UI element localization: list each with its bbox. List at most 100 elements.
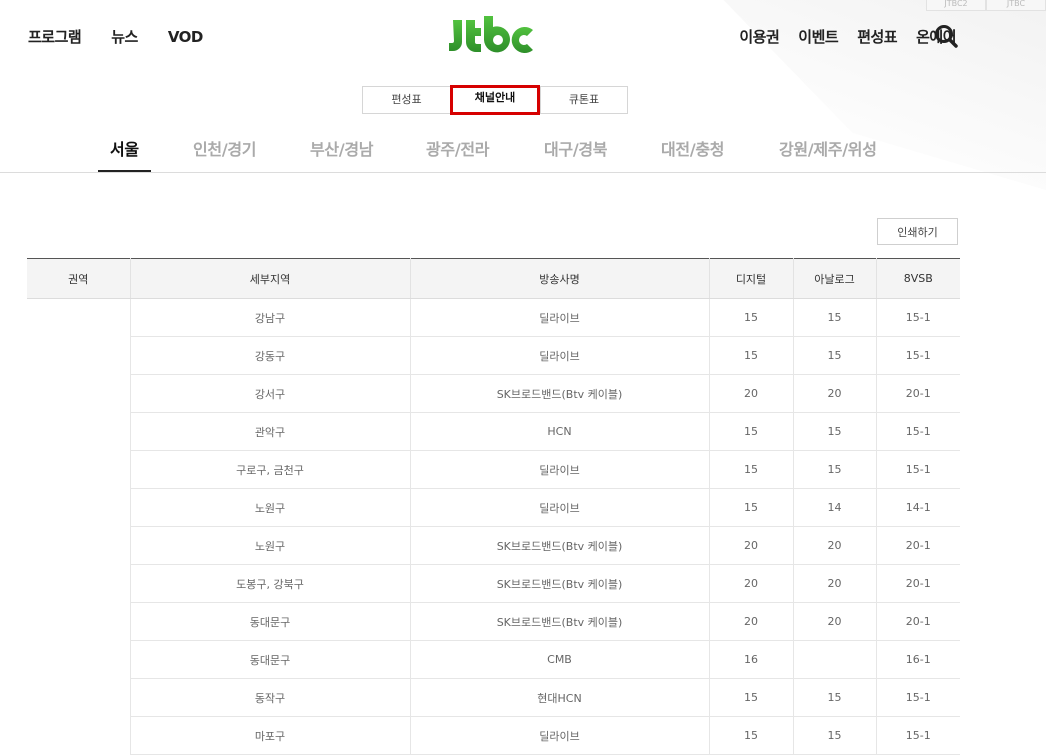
nav-vod[interactable]: VOD xyxy=(168,27,204,47)
cell-broadcaster: 딜라이브 xyxy=(409,298,709,337)
cell-8vsb: 16-1 xyxy=(875,640,960,679)
cell-8vsb: 20-1 xyxy=(875,564,960,603)
cell-subregion: 강남구 xyxy=(129,298,410,337)
cell-subregion: 노원구 xyxy=(129,488,410,527)
cell-analog: 20 xyxy=(792,526,876,565)
channel-corner-tabs: JTBC2 JTBC xyxy=(926,0,1046,11)
cell-subregion: 관악구 xyxy=(129,412,410,451)
table-row: 관악구 HCN 15 15 15-1 xyxy=(27,412,960,451)
cell-8vsb: 14-1 xyxy=(875,488,960,527)
header-broadcaster: 방송사명 xyxy=(409,258,709,299)
cell-broadcaster: SK브로드밴드(Btv 케이블) xyxy=(409,602,709,641)
cell-digital: 15 xyxy=(708,450,793,489)
region-tab-seoul[interactable]: 서울 xyxy=(98,136,151,172)
cell-broadcaster: SK브로드밴드(Btv 케이블) xyxy=(409,374,709,413)
cell-analog: 20 xyxy=(792,564,876,603)
cell-8vsb: 15-1 xyxy=(875,412,960,451)
table-row: 동작구 현대HCN 15 15 15-1 xyxy=(27,678,960,717)
tab-schedule[interactable]: 편성표 xyxy=(363,87,450,113)
cell-broadcaster: SK브로드밴드(Btv 케이블) xyxy=(409,526,709,565)
region-cell xyxy=(27,299,130,755)
cell-subregion: 도봉구, 강북구 xyxy=(129,564,410,603)
cell-subregion: 동작구 xyxy=(129,678,410,717)
search-icon[interactable] xyxy=(934,24,958,48)
cell-subregion: 동대문구 xyxy=(129,640,410,679)
cell-digital: 15 xyxy=(708,336,793,375)
tab-channel-guide[interactable]: 채널안내 xyxy=(450,85,540,115)
region-tab-gwangju[interactable]: 광주/전라 xyxy=(426,136,490,168)
nav-programs[interactable]: 프로그램 xyxy=(28,27,82,47)
cell-analog: 15 xyxy=(792,450,876,489)
cell-analog: 20 xyxy=(792,602,876,641)
cell-subregion: 강동구 xyxy=(129,336,410,375)
cell-broadcaster: HCN xyxy=(409,412,709,451)
table-row: 도봉구, 강북구 SK브로드밴드(Btv 케이블) 20 20 20-1 xyxy=(27,564,960,603)
cell-8vsb: 20-1 xyxy=(875,602,960,641)
cell-broadcaster: 딜라이브 xyxy=(409,450,709,489)
cell-broadcaster: 딜라이브 xyxy=(409,336,709,375)
cell-subregion: 노원구 xyxy=(129,526,410,565)
cell-digital: 15 xyxy=(708,716,793,755)
cell-subregion: 구로구, 금천구 xyxy=(129,450,410,489)
cell-broadcaster: SK브로드밴드(Btv 케이블) xyxy=(409,564,709,603)
cell-digital: 20 xyxy=(708,374,793,413)
channel-table: 권역 세부지역 방송사명 디지털 아날로그 8VSB 강남구 딜라이브 15 15 15… xyxy=(27,258,960,755)
table-row: 노원구 딜라이브 15 14 14-1 xyxy=(27,488,960,527)
cell-digital: 15 xyxy=(708,678,793,717)
cell-digital: 20 xyxy=(708,526,793,565)
table-body: 강남구 딜라이브 15 15 15-1 강동구 딜라이브 15 15 15-1 강서구 SK브로드밴드… xyxy=(27,298,960,755)
region-tab-incheon[interactable]: 인천/경기 xyxy=(193,136,257,168)
region-tabs: 서울 인천/경기 부산/경남 광주/전라 대구/경북 대전/충청 강원/제주/위… xyxy=(0,132,1046,173)
nav-pass[interactable]: 이용권 xyxy=(739,27,779,47)
header-8vsb: 8VSB xyxy=(875,258,960,299)
cell-subregion: 마포구 xyxy=(129,716,410,755)
cell-analog: 15 xyxy=(792,336,876,375)
cell-broadcaster: 딜라이브 xyxy=(409,488,709,527)
cell-digital: 15 xyxy=(708,488,793,527)
cell-digital: 16 xyxy=(708,640,793,679)
nav-schedule[interactable]: 편성표 xyxy=(857,27,897,47)
table-row: 동대문구 SK브로드밴드(Btv 케이블) 20 20 20-1 xyxy=(27,602,960,641)
cell-digital: 15 xyxy=(708,298,793,337)
table-row: 동대문구 CMB 16 16-1 xyxy=(27,640,960,679)
cell-analog: 15 xyxy=(792,298,876,337)
cell-subregion: 동대문구 xyxy=(129,602,410,641)
cell-8vsb: 15-1 xyxy=(875,678,960,717)
header-subregion: 세부지역 xyxy=(129,258,410,299)
cell-analog xyxy=(792,640,876,679)
cell-analog: 20 xyxy=(792,374,876,413)
sub-tabs: 편성표 채널안내 큐톤표 xyxy=(362,85,628,115)
region-tab-busan[interactable]: 부산/경남 xyxy=(310,136,374,168)
cell-analog: 15 xyxy=(792,716,876,755)
site-header: 프로그램 뉴스 VOD 이용권 이벤트 편성표 온에어 xyxy=(0,0,1046,78)
cell-8vsb: 20-1 xyxy=(875,526,960,565)
region-tab-daejeon[interactable]: 대전/충청 xyxy=(661,136,725,168)
cell-digital: 20 xyxy=(708,602,793,641)
header-digital: 디지털 xyxy=(708,258,793,299)
cell-broadcaster: CMB xyxy=(409,640,709,679)
cell-8vsb: 20-1 xyxy=(875,374,960,413)
header-area: 권역 xyxy=(27,258,130,299)
cell-digital: 15 xyxy=(708,412,793,451)
nav-news[interactable]: 뉴스 xyxy=(111,27,138,47)
table-row: 구로구, 금천구 딜라이브 15 15 15-1 xyxy=(27,450,960,489)
corner-tab-2[interactable]: JTBC xyxy=(986,0,1046,11)
cell-8vsb: 15-1 xyxy=(875,336,960,375)
nav-event[interactable]: 이벤트 xyxy=(798,27,838,47)
left-nav: 프로그램 뉴스 VOD xyxy=(28,27,203,47)
region-tab-gangwon[interactable]: 강원/제주/위성 xyxy=(779,136,877,168)
cell-analog: 15 xyxy=(792,678,876,717)
header-analog: 아날로그 xyxy=(792,258,876,299)
table-row: 강서구 SK브로드밴드(Btv 케이블) 20 20 20-1 xyxy=(27,374,960,413)
table-row: 노원구 SK브로드밴드(Btv 케이블) 20 20 20-1 xyxy=(27,526,960,565)
jtbc-logo[interactable] xyxy=(447,12,537,56)
tab-cue-sheet[interactable]: 큐톤표 xyxy=(540,87,627,113)
corner-tab-1[interactable]: JTBC2 xyxy=(926,0,986,11)
cell-analog: 14 xyxy=(792,488,876,527)
cell-subregion: 강서구 xyxy=(129,374,410,413)
print-button[interactable]: 인쇄하기 xyxy=(877,218,958,245)
cell-digital: 20 xyxy=(708,564,793,603)
region-tab-daegu[interactable]: 대구/경북 xyxy=(544,136,608,168)
cell-analog: 15 xyxy=(792,412,876,451)
cell-8vsb: 15-1 xyxy=(875,298,960,337)
